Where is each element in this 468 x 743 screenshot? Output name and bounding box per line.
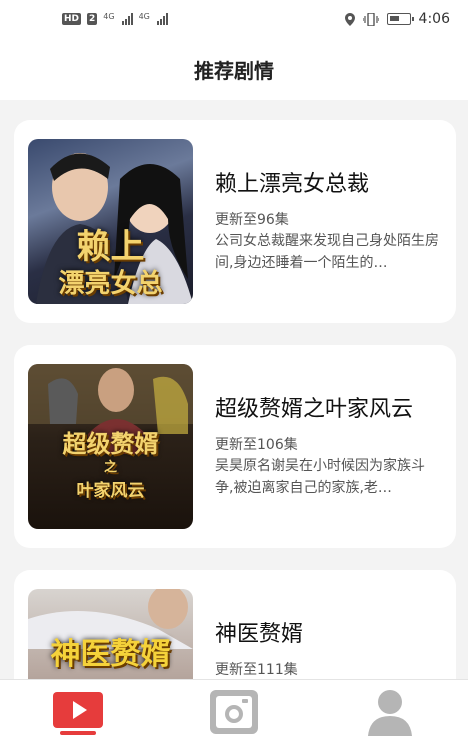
- drama-episodes: 更新至111集: [215, 662, 298, 678]
- sim-badge: 2: [87, 13, 98, 25]
- status-right: 4:06: [344, 11, 450, 27]
- drama-title: 赖上漂亮女总裁: [215, 172, 370, 197]
- nav-profile-tab[interactable]: [350, 680, 430, 743]
- drama-episodes: 更新至106集: [215, 437, 298, 453]
- battery-icon: [386, 13, 414, 25]
- drama-title: 超级赘婿之叶家风云: [215, 397, 414, 422]
- drama-info: 神医赘婿 更新至111集: [215, 620, 445, 680]
- cover-title-line: 之: [103, 460, 117, 475]
- status-left: HD 2 4G 4G: [62, 13, 168, 25]
- user-icon: [368, 689, 412, 736]
- header: 推荐剧情: [0, 38, 468, 100]
- vibrate-icon: [362, 12, 379, 26]
- cover-title-line: 漂亮女总: [58, 269, 163, 299]
- hd-badge: HD: [62, 13, 82, 25]
- drama-info: 超级赘婿之叶家风云 更新至106集 吴昊原名谢吴在小时候因为家族斗争,被迫离家自…: [215, 395, 445, 499]
- signal-icon: [156, 13, 168, 25]
- drama-cover[interactable]: 赖上 漂亮女总: [28, 139, 193, 304]
- drama-card[interactable]: 超级赘婿 之 叶家风云 超级赘婿之叶家风云 更新至106集 吴昊原名谢吴在小时候…: [14, 345, 456, 548]
- cover-title-line: 叶家风云: [76, 481, 145, 501]
- drama-cover[interactable]: 超级赘婿 之 叶家风云: [28, 364, 193, 529]
- drama-description: 公司女总裁醒来发现自己身处陌生房间,身边还睡着一个陌生的…: [215, 233, 439, 271]
- camera-icon: [210, 689, 258, 734]
- network-type-2: 4G: [138, 12, 150, 21]
- clock: 4:06: [418, 11, 450, 27]
- drama-title: 神医赘婿: [215, 622, 304, 647]
- bottom-nav: [0, 679, 468, 743]
- drama-info: 赖上漂亮女总裁 更新至96集 公司女总裁醒来发现自己身处陌生房间,身边还睡着一个…: [215, 170, 445, 274]
- status-bar: HD 2 4G 4G 4:06: [0, 0, 468, 38]
- location-icon: [344, 12, 355, 26]
- signal-icon: [121, 13, 133, 25]
- cover-title-line: 神医赘婿: [50, 637, 171, 672]
- drama-card[interactable]: 赖上 漂亮女总 赖上漂亮女总裁 更新至96集 公司女总裁醒来发现自己身处陌生房间…: [14, 120, 456, 323]
- drama-episodes: 更新至96集: [215, 212, 289, 228]
- cover-title-line: 赖上: [76, 227, 145, 267]
- page-title: 推荐剧情: [194, 58, 274, 83]
- play-tv-icon: [53, 691, 103, 735]
- cover-title-line: 超级赘婿: [62, 429, 159, 458]
- nav-video-tab[interactable]: [38, 680, 118, 743]
- drama-description: 吴昊原名谢吴在小时候因为家族斗争,被迫离家自己的家族,老…: [215, 458, 425, 496]
- network-type-1: 4G: [103, 12, 115, 21]
- nav-camera-tab[interactable]: [194, 680, 274, 743]
